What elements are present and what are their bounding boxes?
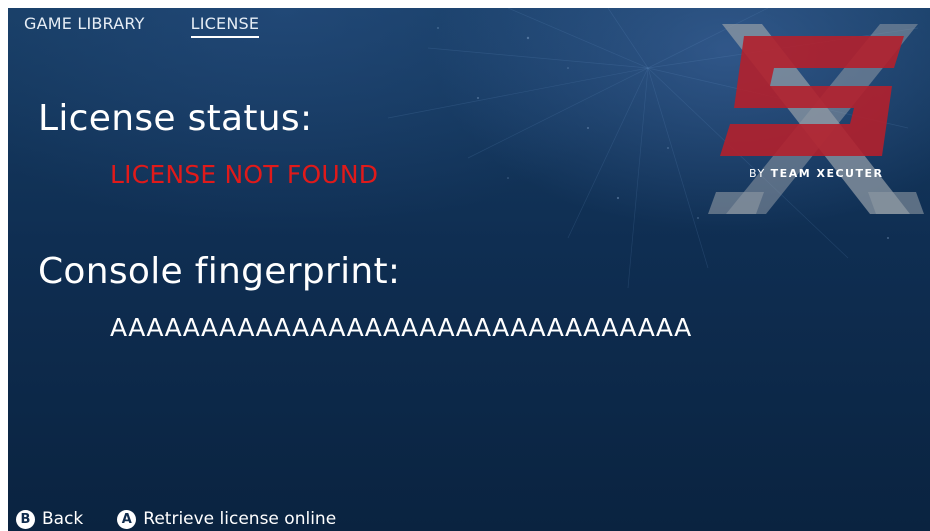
back-label: Back: [42, 509, 84, 529]
a-button-icon: A: [117, 509, 137, 529]
logo-team-text: TEAM XECUTER: [770, 167, 884, 180]
logo-brand-text: BY TEAM XECUTER: [749, 167, 883, 180]
tab-license[interactable]: LICENSE: [190, 14, 260, 38]
license-status-heading: License status:: [38, 98, 313, 139]
license-status-value: LICENSE NOT FOUND: [110, 160, 379, 189]
top-tabs: GAME LIBRARY LICENSE: [24, 14, 260, 38]
b-button-icon: B: [16, 509, 35, 529]
logo-by-text: BY: [749, 167, 766, 180]
license-screen: GAME LIBRARY LICENSE License status: LIC…: [8, 8, 930, 531]
sx-logo-icon: [708, 24, 924, 214]
back-button[interactable]: B Back: [16, 509, 83, 529]
retrieve-license-button[interactable]: A Retrieve license online: [117, 509, 336, 529]
console-fingerprint-heading: Console fingerprint:: [38, 251, 401, 292]
footer-hints: B Back A Retrieve license online: [16, 509, 336, 529]
console-fingerprint-value: AAAAAAAAAAAAAAAAAAAAAAAAAAAAAAAA: [110, 313, 692, 342]
retrieve-license-label: Retrieve license online: [143, 509, 337, 529]
tab-game-library[interactable]: GAME LIBRARY: [24, 14, 145, 38]
